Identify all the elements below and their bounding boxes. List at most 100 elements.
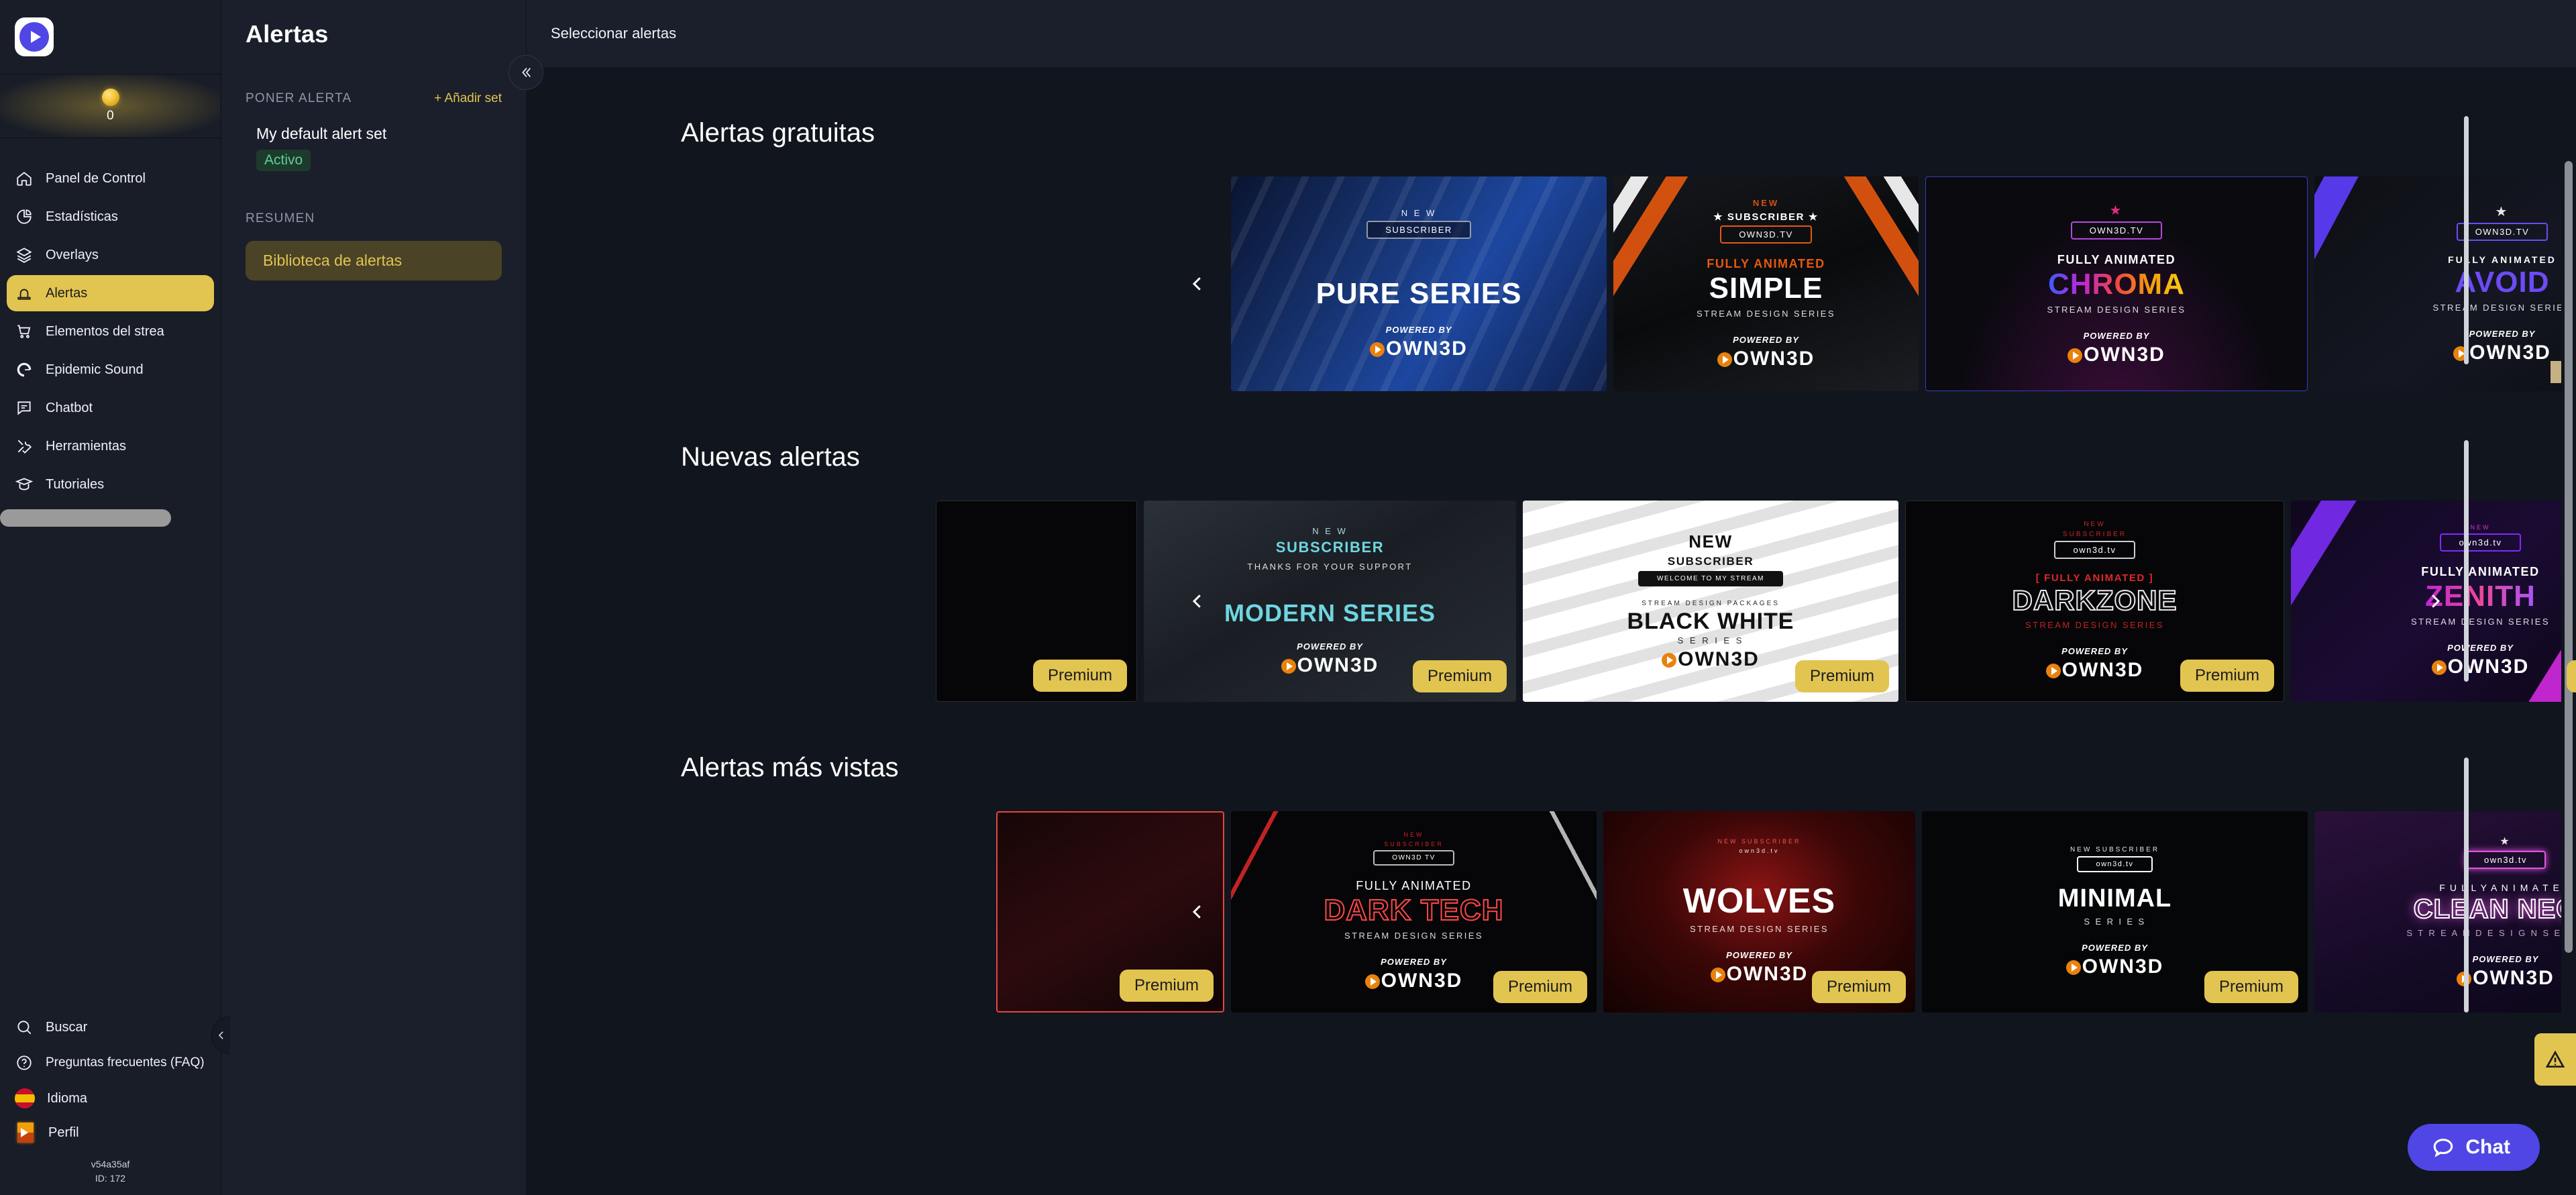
sidebar-item-panel-de-control[interactable]: Panel de Control (7, 160, 214, 197)
own3d-dot-icon (1370, 342, 1385, 357)
card-title: SIMPLE (1709, 271, 1823, 305)
card-caption-sub: NEW (1752, 197, 1780, 208)
card-series-label: STREAM DESIGN SERIES (2411, 617, 2550, 627)
carousel-next-button[interactable] (2422, 588, 2449, 615)
alert-card[interactable]: NEW SUBSCRIBER own3d.tv WOLVES STREAM DE… (1603, 811, 1915, 1012)
chat-bubble-icon (2434, 1139, 2453, 1157)
card-brand: OWN3D (2431, 656, 2530, 678)
sidebar-item-elementos-del-stream[interactable]: Elementos del strea (7, 313, 214, 350)
card-brand-text: OWN3D (1726, 963, 1809, 985)
card-brand: OWN3D (1710, 963, 1809, 986)
card-caption-sub2: SUBSCRIBER (1384, 841, 1444, 847)
carousel-track: N E W SUBSCRIBER PURE SERIES POWERED BY … (527, 176, 2576, 391)
main-scroll-thumb[interactable] (2565, 161, 2573, 953)
version-hash: v54a35af (91, 1159, 130, 1170)
card-series-label: STREAM DESIGN SERIES (1344, 931, 1483, 941)
card-title: CHROMA (2048, 267, 2185, 301)
carousel-new-alerts: Premium N E W SUBSCRIBER THANKS FOR YOUR… (527, 440, 2576, 702)
card-series-label: STREAM DESIGN SERIES (2432, 303, 2572, 313)
card-brand: OWN3D (2457, 967, 2555, 990)
own3d-dot-icon (2065, 959, 2081, 975)
add-set-button[interactable]: + Añadir set (434, 91, 502, 106)
biblioteca-de-alertas-item[interactable]: Biblioteca de alertas (246, 241, 502, 280)
row-scrollbar[interactable] (2464, 116, 2469, 364)
card-series-label: STREAM DESIGN SERIES (2025, 620, 2164, 630)
sidebar-item-tutoriales[interactable]: Tutoriales (7, 466, 214, 503)
card-brand: OWN3D (2068, 344, 2165, 366)
sidebar-item-herramientas[interactable]: Herramientas (7, 428, 214, 464)
language-button[interactable]: Idioma (7, 1082, 214, 1114)
alert-card[interactable]: NEW SUBSCRIBER OWN3D TV FULLY ANIMATED D… (1231, 811, 1597, 1012)
carousel-prev-button[interactable] (1184, 270, 1211, 297)
alert-card[interactable]: ★ OWN3D.TV FULLY ANIMATED AVOID STREAM D… (2314, 176, 2576, 391)
own3d-dot-icon (2068, 348, 2083, 363)
sidebar-item-label: Chatbot (46, 400, 93, 415)
resumen-label: RESUMEN (246, 211, 315, 225)
sidebar-item-alertas[interactable]: Alertas (7, 275, 214, 311)
own3d-dot-icon (2045, 664, 2061, 678)
card-series-label: S T R E A M D E S I G N S E R I E S (2406, 927, 2576, 938)
card-brand-text: OWN3D (1297, 654, 1379, 676)
alert-card[interactable]: NEW SUBSCRIBER WELCOME TO MY STREAM STRE… (1523, 501, 1898, 702)
premium-badge: Premium (2566, 660, 2576, 692)
sidebar-item-epidemic-sound[interactable]: Epidemic Sound (7, 352, 214, 388)
card-caption-sub: NEW (1403, 831, 1424, 838)
row-scrollbar[interactable] (2464, 758, 2469, 1012)
card-brand: OWN3D (1717, 348, 1815, 370)
main-scrollbar[interactable] (2561, 67, 2576, 1195)
alert-card[interactable]: NEW SUBSCRIBER own3d.tv [ FULLY ANIMATED… (1905, 501, 2284, 702)
card-caption-sub: ★ (2109, 203, 2124, 218)
sidebar-item-chatbot[interactable]: Chatbot (7, 390, 214, 426)
card-series-label: STREAM DESIGN SERIES (1690, 924, 1829, 934)
alert-card[interactable]: ★ own3d.tv F U L L Y A N I M A T E D CLE… (2314, 811, 2576, 1012)
carousel-prev-button[interactable] (1184, 898, 1211, 925)
alert-card[interactable]: NEW SUBSCRIBER own3d.tv MINIMAL S E R I … (1922, 811, 2308, 1012)
card-caption-box: own3d.tv (2054, 541, 2135, 559)
search-button[interactable]: Buscar (7, 1011, 214, 1043)
alert-set-item[interactable]: My default alert set Activo (221, 106, 526, 171)
card-caption-box: OWN3D.TV (2456, 223, 2548, 241)
coin-balance-panel[interactable]: 0 (0, 74, 221, 138)
card-caption-box: WELCOME TO MY STREAM (1638, 571, 1784, 586)
own3d-dot-icon (1717, 352, 1732, 367)
own3d-dot-icon (2431, 660, 2447, 675)
sidebar-item-overlays[interactable]: Overlays (7, 237, 214, 273)
topbar-title: Seleccionar alertas (551, 25, 677, 42)
chat-button[interactable]: Chat (2408, 1124, 2540, 1171)
card-brand: OWN3D (2045, 659, 2144, 682)
card-caption-box: own3d.tv (2465, 850, 2546, 869)
coin-count: 0 (107, 109, 114, 123)
alert-card[interactable]: N E W SUBSCRIBER PURE SERIES POWERED BY … (1231, 176, 1607, 391)
card-caption-sub2: own3d.tv (1739, 847, 1780, 854)
app-logo[interactable] (0, 0, 221, 74)
card-powered-label: POWERED BY (2083, 330, 2150, 341)
card-fully-animated-label: FULLY ANIMATED (1707, 256, 1825, 270)
card-title: CLEAN NEON (2413, 894, 2576, 924)
card-powered-label: POWERED BY (1297, 641, 1363, 652)
faq-button[interactable]: Preguntas frecuentes (FAQ) (7, 1045, 214, 1080)
card-caption-sub2: SUBSCRIBER (1667, 555, 1754, 568)
card-title: PURE SERIES (1316, 276, 1522, 310)
card-brand-text: OWN3D (2447, 656, 2530, 678)
alert-card[interactable]: Premium (936, 501, 1137, 702)
own3d-play-logo-icon (15, 17, 54, 56)
card-caption-box: SUBSCRIBER (1366, 220, 1471, 239)
sidebar-item-label: Overlays (46, 247, 99, 262)
row-scrollbar[interactable] (2464, 440, 2469, 682)
siren-icon (15, 284, 34, 303)
own3d-dot-icon (1364, 974, 1380, 989)
premium-badge: Premium (1032, 660, 1127, 692)
card-fully-animated-label: FULLY ANIMATED (2421, 565, 2540, 578)
profile-button[interactable]: Perfil (7, 1116, 214, 1149)
own3d-dot-icon (1662, 653, 1677, 668)
alert-card[interactable]: ★ OWN3D.TV FULLY ANIMATED CHROMA STREAM … (1925, 176, 2308, 391)
sidebar-item-estadisticas[interactable]: Estadísticas (7, 199, 214, 235)
alert-card[interactable]: NEW ★ SUBSCRIBER ★ OWN3D.TV FULLY ANIMAT… (1613, 176, 1919, 391)
warning-tab-button[interactable] (2534, 1033, 2576, 1086)
carousel-prev-button[interactable] (1184, 588, 1211, 615)
panel-collapse-button[interactable] (508, 55, 543, 90)
card-brand-text: OWN3D (1733, 347, 1815, 370)
sidebar-item-label: Panel de Control (46, 170, 146, 186)
chevron-left-icon (218, 1031, 223, 1039)
card-fully-animated-label: [ FULLY ANIMATED ] (2035, 572, 2154, 584)
